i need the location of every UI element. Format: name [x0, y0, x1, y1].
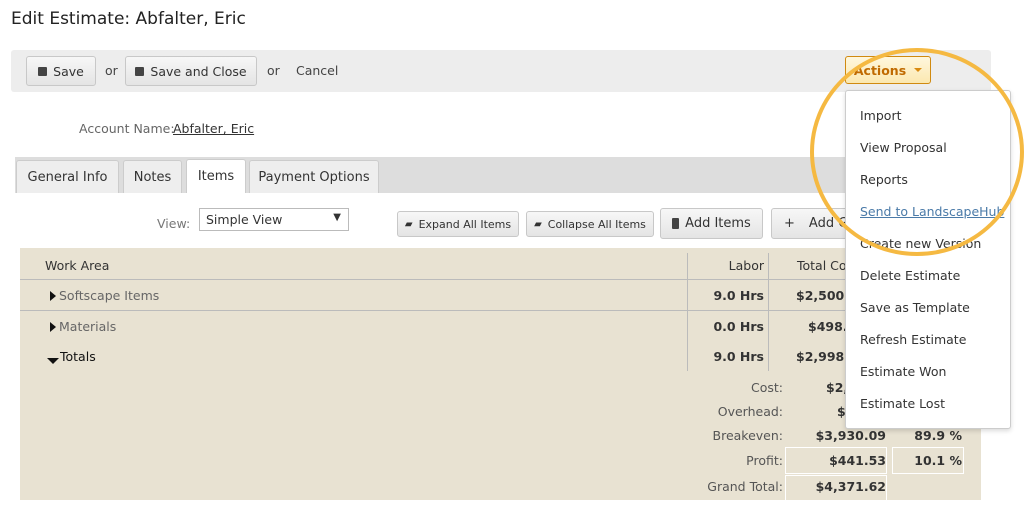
add-group-label: Add G	[808, 216, 849, 231]
row-labor: 9.0 Hrs	[713, 349, 764, 364]
divider	[768, 253, 769, 371]
header-labor: Labor	[728, 258, 764, 273]
divider	[687, 253, 688, 371]
account-name-link[interactable]: Abfalter, Eric	[173, 121, 254, 136]
or-text: or	[267, 63, 280, 78]
list-icon	[672, 218, 680, 229]
actions-dropdown-menu: Import View Proposal Reports Send to Landsc…	[845, 90, 1011, 429]
row-labor: 0.0 Hrs	[713, 319, 764, 334]
collapse-label: Collapse All Items	[547, 217, 646, 231]
overhead-label: Overhead:	[717, 404, 783, 419]
menu-item-estimate-lost[interactable]: Estimate Lost	[860, 396, 945, 411]
menu-item-delete-estimate[interactable]: Delete Estimate	[860, 268, 960, 283]
plus-icon: +	[784, 216, 795, 231]
view-selected: Simple View	[206, 212, 283, 227]
dropdown-arrow-icon: ▼	[333, 212, 341, 223]
table-row[interactable]: Materials	[50, 319, 116, 334]
expand-label: Expand All Items	[418, 217, 512, 231]
row-name: Softscape Items	[59, 288, 160, 303]
add-items-button[interactable]: Add Items	[660, 208, 763, 239]
menu-item-reports[interactable]: Reports	[860, 172, 908, 187]
row-name: Materials	[59, 319, 117, 334]
save-label: Save	[53, 63, 84, 79]
table-row[interactable]: Totals	[47, 349, 96, 364]
menu-item-send-to-landscapehub[interactable]: Send to LandscapeHub	[860, 204, 1004, 219]
cost-label: Cost:	[750, 380, 783, 395]
actions-label: Actions	[853, 62, 907, 78]
divider	[20, 279, 981, 280]
folder-icon: ▰	[534, 218, 542, 230]
menu-item-view-proposal[interactable]: View Proposal	[860, 140, 947, 155]
toolbar: Save or Save and Close or Cancel	[11, 50, 991, 92]
tab-notes[interactable]: Notes	[123, 160, 182, 193]
actions-button[interactable]: Actions	[845, 56, 931, 84]
divider	[20, 310, 981, 311]
items-table: Work Area Labor Total Co Softscape Items…	[20, 248, 981, 501]
account-name-label: Account Name:	[79, 121, 175, 136]
page-title: Edit Estimate: Abfalter, Eric	[11, 9, 246, 29]
menu-item-refresh-estimate[interactable]: Refresh Estimate	[860, 332, 966, 347]
menu-item-estimate-won[interactable]: Estimate Won	[860, 364, 946, 379]
expand-icon[interactable]	[50, 291, 56, 301]
tab-payment-options[interactable]: Payment Options	[249, 160, 379, 193]
profit-label: Profit:	[746, 453, 783, 468]
save-icon	[135, 66, 145, 76]
header-work-area: Work Area	[45, 258, 110, 273]
collapse-all-items-button[interactable]: ▰ Collapse All Items	[526, 211, 654, 237]
profit-value: $441.53	[829, 453, 886, 468]
view-select[interactable]: Simple View ▼	[199, 208, 349, 231]
save-close-label: Save and Close	[150, 63, 247, 79]
add-items-label: Add Items	[685, 216, 751, 231]
collapse-icon[interactable]	[47, 358, 59, 364]
row-labor: 9.0 Hrs	[713, 288, 764, 303]
header-total: Total Co	[797, 258, 847, 273]
expand-icon[interactable]	[50, 322, 56, 332]
menu-item-create-new-version[interactable]: Create new Version	[860, 236, 981, 251]
table-row[interactable]: Softscape Items	[50, 288, 159, 303]
folder-open-icon: ▰	[404, 218, 413, 230]
view-label: View:	[157, 216, 191, 231]
menu-item-import[interactable]: Import	[860, 108, 902, 123]
breakeven-value: $3,930.09	[815, 428, 886, 443]
profit-pct: 10.1 %	[914, 453, 962, 468]
cancel-link[interactable]: Cancel	[296, 63, 338, 78]
expand-all-items-button[interactable]: ▰ Expand All Items	[397, 211, 519, 237]
tab-general-info[interactable]: General Info	[16, 160, 119, 193]
save-and-close-button[interactable]: Save and Close	[125, 56, 257, 86]
tab-items[interactable]: Items	[186, 159, 246, 193]
caret-down-icon	[914, 68, 923, 72]
save-button[interactable]: Save	[26, 56, 96, 86]
or-text: or	[105, 63, 118, 78]
breakeven-pct: 89.9 %	[914, 428, 962, 443]
menu-item-save-as-template[interactable]: Save as Template	[860, 300, 970, 315]
breakeven-label: Breakeven:	[712, 428, 784, 443]
save-icon	[38, 66, 48, 76]
grand-total-value: $4,371.62	[815, 479, 886, 494]
row-name: Totals	[60, 349, 96, 364]
grand-total-label: Grand Total:	[707, 479, 783, 494]
